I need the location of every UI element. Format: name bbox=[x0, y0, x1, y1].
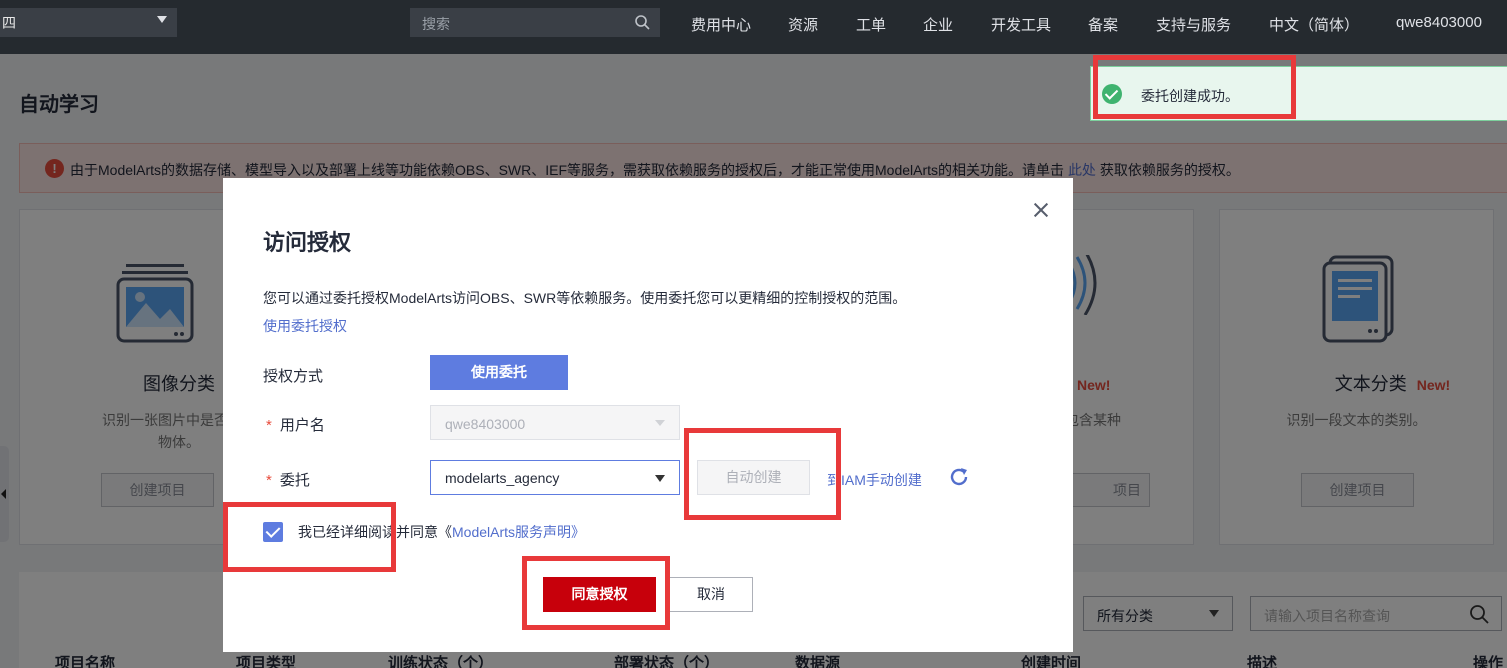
username-value: qwe8403000 bbox=[445, 416, 526, 432]
search-placeholder: 搜索 bbox=[422, 16, 450, 32]
region-value: 四 bbox=[2, 15, 16, 31]
agency-select[interactable]: modelarts_agency bbox=[430, 460, 680, 495]
chevron-down-icon bbox=[655, 475, 665, 482]
chevron-down-icon bbox=[157, 16, 167, 23]
region-select[interactable]: 四 bbox=[0, 8, 177, 37]
cancel-button[interactable]: 取消 bbox=[669, 577, 753, 612]
search-icon[interactable] bbox=[634, 14, 650, 30]
dialog-description: 您可以通过委托授权ModelArts访问OBS、SWR等依赖服务。使用委托您可以… bbox=[263, 290, 907, 306]
annotation-box-agree-button bbox=[522, 556, 670, 630]
nav-language[interactable]: 中文（简体） bbox=[1269, 14, 1359, 35]
top-navbar: 四 搜索 费用中心 资源 工单 企业 开发工具 备案 支持与服务 中文（简体） … bbox=[0, 0, 1507, 54]
required-mark: * bbox=[266, 472, 272, 489]
use-agency-button[interactable]: 使用委托 bbox=[430, 355, 568, 390]
auth-method-label: 授权方式 bbox=[263, 368, 324, 385]
username-select: qwe8403000 bbox=[430, 405, 680, 440]
nav-dev-tools[interactable]: 开发工具 bbox=[991, 14, 1051, 35]
nav-billing[interactable]: 费用中心 bbox=[691, 14, 751, 35]
nav-enterprise[interactable]: 企业 bbox=[923, 14, 953, 35]
username-label-text: 用户名 bbox=[279, 417, 325, 434]
agency-value: modelarts_agency bbox=[445, 470, 560, 486]
agency-auth-link[interactable]: 使用委托授权 bbox=[263, 316, 347, 336]
agree-text-end: 》 bbox=[571, 524, 586, 540]
agency-label-text: 委托 bbox=[279, 472, 310, 489]
annotation-box-auto-create bbox=[684, 428, 841, 520]
nav-username[interactable]: qwe8403000 bbox=[1396, 14, 1482, 31]
annotation-box-toast bbox=[1093, 55, 1296, 119]
required-mark: * bbox=[266, 417, 272, 434]
global-search-input[interactable]: 搜索 bbox=[410, 8, 660, 37]
nav-support[interactable]: 支持与服务 bbox=[1156, 14, 1231, 35]
nav-tickets[interactable]: 工单 bbox=[856, 14, 886, 35]
close-icon[interactable] bbox=[1031, 200, 1051, 220]
dialog-title: 访问授权 bbox=[263, 230, 352, 255]
iam-manual-create-link[interactable]: 到IAM手动创建 bbox=[827, 470, 922, 490]
chevron-down-icon bbox=[655, 420, 665, 426]
annotation-box-checkbox bbox=[223, 502, 396, 572]
agency-label: * 委托 bbox=[266, 469, 310, 490]
nav-icp[interactable]: 备案 bbox=[1088, 14, 1118, 35]
nav-resources[interactable]: 资源 bbox=[788, 14, 818, 35]
username-label: * 用户名 bbox=[266, 414, 325, 435]
service-statement-link[interactable]: ModelArts服务声明 bbox=[452, 524, 571, 540]
refresh-icon[interactable] bbox=[948, 466, 970, 488]
